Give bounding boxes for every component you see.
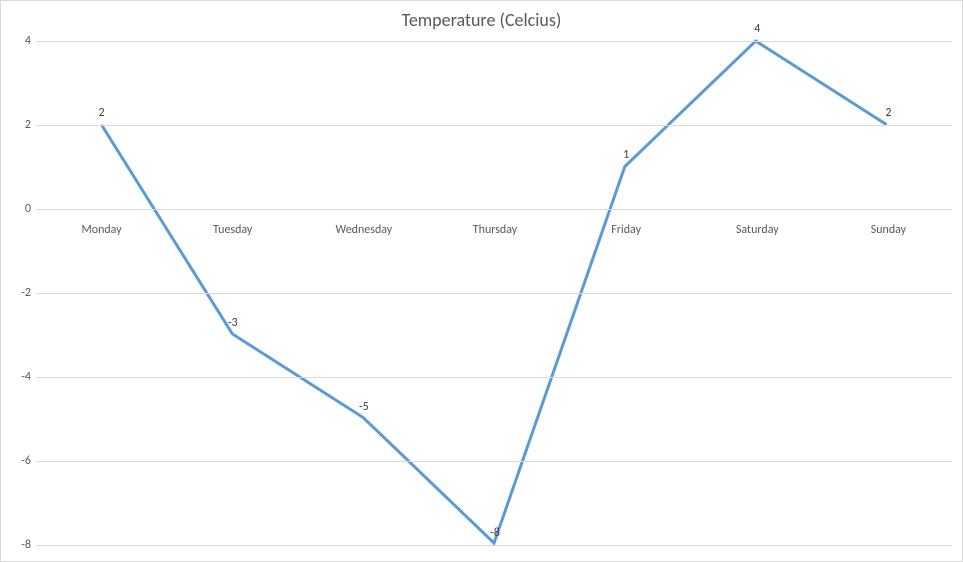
gridline bbox=[36, 377, 952, 378]
x-tick-label: Monday bbox=[81, 223, 121, 237]
data-label: -3 bbox=[228, 316, 238, 330]
data-label: 2 bbox=[99, 106, 105, 120]
y-tick-label: 2 bbox=[6, 118, 31, 132]
x-tick-label: Thursday bbox=[473, 223, 517, 237]
gridline bbox=[36, 545, 952, 546]
chart-plot-area: -8-6-4-2024MondayTuesdayWednesdayThursda… bbox=[36, 41, 952, 543]
gridline bbox=[36, 293, 952, 294]
y-tick-label: -4 bbox=[6, 370, 31, 384]
data-label: 2 bbox=[885, 106, 891, 120]
x-tick-label: Friday bbox=[611, 223, 641, 237]
y-tick-label: 4 bbox=[6, 34, 31, 48]
data-label: 4 bbox=[754, 22, 760, 36]
y-tick-label: -2 bbox=[6, 286, 31, 300]
data-label: -8 bbox=[490, 526, 500, 540]
line-path bbox=[101, 41, 886, 543]
y-tick-label: -8 bbox=[6, 538, 31, 552]
y-tick-label: -6 bbox=[6, 454, 31, 468]
gridline bbox=[36, 461, 952, 462]
gridline bbox=[36, 125, 952, 126]
x-tick-label: Saturday bbox=[736, 223, 779, 237]
data-label: -5 bbox=[359, 400, 369, 414]
y-tick-label: 0 bbox=[6, 202, 31, 216]
gridline bbox=[36, 209, 952, 210]
x-tick-label: Tuesday bbox=[213, 223, 252, 237]
x-tick-label: Sunday bbox=[871, 223, 906, 237]
gridline bbox=[36, 41, 952, 42]
line-series bbox=[36, 41, 952, 543]
chart-title: Temperature (Celcius) bbox=[1, 9, 962, 31]
data-label: 1 bbox=[623, 148, 629, 162]
x-tick-label: Wednesday bbox=[335, 223, 392, 237]
